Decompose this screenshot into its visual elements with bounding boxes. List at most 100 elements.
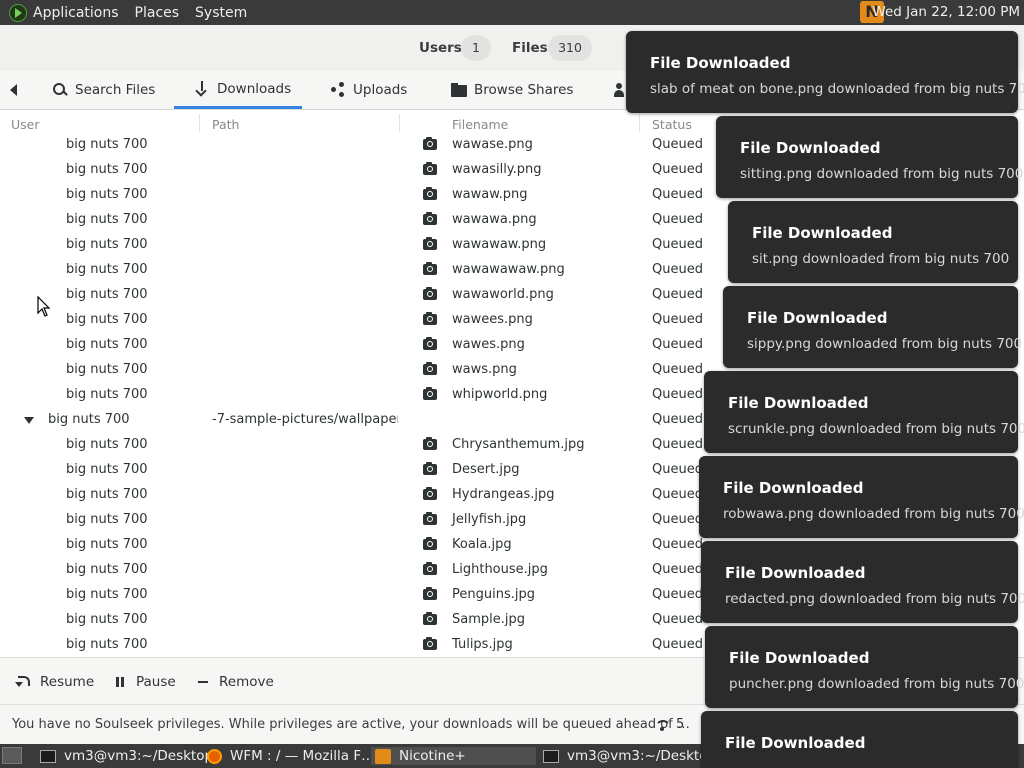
notification-body: sitting.png downloaded from big nuts 700: [740, 166, 1024, 182]
row-status: Queued: [652, 637, 703, 652]
share-icon: [330, 82, 346, 98]
row-path: -7-sample-pictures/wallpapers/: [212, 412, 398, 427]
places-menu[interactable]: Places: [135, 5, 180, 21]
row-status: Queued: [652, 462, 703, 477]
row-filename: wawaw.png: [452, 187, 528, 202]
connections-icon: [655, 720, 671, 731]
applications-menu-icon[interactable]: [9, 3, 27, 22]
notification-title: File Downloaded: [729, 649, 870, 667]
task-label: vm3@vm3:~/Desktop: [64, 748, 214, 764]
row-status: Queued: [652, 337, 703, 352]
notification[interactable]: File Downloaded puncher.png downloaded f…: [705, 626, 1024, 708]
tab-label: Search Files: [75, 82, 156, 98]
column-status[interactable]: Status: [652, 117, 692, 132]
row-status: Queued: [652, 362, 703, 377]
taskbar-firefox[interactable]: WFM : / — Mozilla F…: [207, 747, 375, 765]
notification-title: File Downloaded: [728, 394, 869, 412]
image-file-icon: [423, 562, 437, 575]
nicotine-icon: [375, 748, 391, 764]
row-filename: whipworld.png: [452, 387, 548, 402]
column-separator[interactable]: [199, 114, 200, 132]
column-separator[interactable]: [639, 114, 640, 132]
row-status: Queued: [652, 162, 703, 177]
notification-body: redacted.png downloaded from big nuts 70…: [725, 591, 1024, 607]
image-file-icon: [423, 487, 437, 500]
remove-button[interactable]: Remove: [197, 674, 274, 690]
row-user: big nuts 700: [66, 187, 148, 202]
taskbar-nicotine[interactable]: Nicotine+: [371, 747, 536, 765]
row-filename: Hydrangeas.jpg: [452, 487, 555, 502]
column-path[interactable]: Path: [212, 117, 239, 132]
row-user: big nuts 700: [66, 462, 148, 477]
row-filename: Penguins.jpg: [452, 587, 535, 602]
row-user: big nuts 700: [66, 362, 148, 377]
row-filename: wawes.png: [452, 337, 525, 352]
users-label: Users: [419, 40, 462, 56]
image-file-icon: [423, 337, 437, 350]
notification-body: sippy.png downloaded from big nuts 700: [747, 336, 1023, 352]
notification[interactable]: File Downloaded: [701, 711, 1018, 768]
notification-body: robwawa.png downloaded from big nuts 700: [723, 506, 1024, 522]
user-icon: [611, 82, 627, 98]
folder-icon: [451, 82, 467, 98]
tab-label: Browse Shares: [474, 82, 574, 98]
notification-title: File Downloaded: [650, 54, 791, 72]
row-status: Queued: [652, 437, 703, 452]
taskbar-terminal-2[interactable]: vm3@vm3:~/Desktop: [543, 747, 716, 765]
notification-title: File Downloaded: [723, 479, 864, 497]
tab-scroll-left-icon[interactable]: [10, 84, 17, 96]
show-desktop-icon[interactable]: [2, 747, 22, 764]
row-user: big nuts 700: [48, 412, 130, 427]
files-label: Files: [512, 40, 548, 56]
row-user: big nuts 700: [66, 437, 148, 452]
row-filename: Chrysanthemum.jpg: [452, 437, 585, 452]
notification[interactable]: File Downloaded sitting.png downloaded f…: [716, 116, 1023, 198]
notification-title: File Downloaded: [725, 564, 866, 582]
row-user: big nuts 700: [66, 137, 148, 152]
notification[interactable]: File Downloaded sit.png downloaded from …: [728, 201, 1018, 283]
row-status: Queued: [652, 212, 703, 227]
remove-icon: [197, 676, 211, 688]
row-filename: wawase.png: [452, 137, 533, 152]
notification[interactable]: File Downloaded redacted.png downloaded …: [701, 541, 1024, 623]
remove-label: Remove: [219, 674, 274, 690]
row-user: big nuts 700: [66, 287, 148, 302]
row-status: Queued: [652, 262, 703, 277]
column-user[interactable]: User: [11, 117, 40, 132]
row-user: big nuts 700: [66, 487, 148, 502]
row-filename: Desert.jpg: [452, 462, 520, 477]
image-file-icon: [423, 612, 437, 625]
image-file-icon: [423, 637, 437, 650]
applications-menu[interactable]: Applications: [33, 5, 119, 21]
image-file-icon: [423, 437, 437, 450]
row-status: Queued: [652, 312, 703, 327]
clock[interactable]: Wed Jan 22, 12:00 PM: [872, 4, 1020, 20]
download-icon: [194, 80, 210, 97]
column-filename[interactable]: Filename: [452, 117, 508, 132]
notification[interactable]: File Downloaded slab of meat on bone.png…: [626, 31, 1024, 113]
taskbar-terminal-1[interactable]: vm3@vm3:~/Desktop: [40, 747, 213, 765]
expander-icon[interactable]: [24, 417, 34, 424]
image-file-icon: [423, 362, 437, 375]
tab-uploads[interactable]: Uploads: [330, 71, 407, 109]
tab-downloads[interactable]: Downloads: [174, 71, 302, 109]
notification[interactable]: File Downloaded robwawa.png downloaded f…: [699, 456, 1024, 538]
row-status: Queued: [652, 287, 703, 302]
system-menu[interactable]: System: [195, 5, 247, 21]
image-file-icon: [423, 387, 437, 400]
notification[interactable]: File Downloaded sippy.png downloaded fro…: [723, 286, 1022, 368]
tab-search-files[interactable]: Search Files: [52, 71, 155, 109]
pause-label: Pause: [136, 674, 176, 690]
row-user: big nuts 700: [66, 562, 148, 577]
pause-button[interactable]: Pause: [114, 674, 176, 690]
row-status: Queued: [652, 237, 703, 252]
row-filename: wawawaw.png: [452, 237, 547, 252]
tab-browse-shares[interactable]: Browse Shares: [451, 71, 573, 109]
notification-title: File Downloaded: [725, 734, 866, 752]
resume-button[interactable]: Resume: [15, 674, 94, 690]
row-status: Queued: [652, 537, 703, 552]
notification[interactable]: File Downloaded scrunkle.png downloaded …: [704, 371, 1024, 453]
connections-count: 5: [676, 717, 685, 732]
column-separator[interactable]: [399, 114, 400, 132]
row-user: big nuts 700: [66, 612, 148, 627]
